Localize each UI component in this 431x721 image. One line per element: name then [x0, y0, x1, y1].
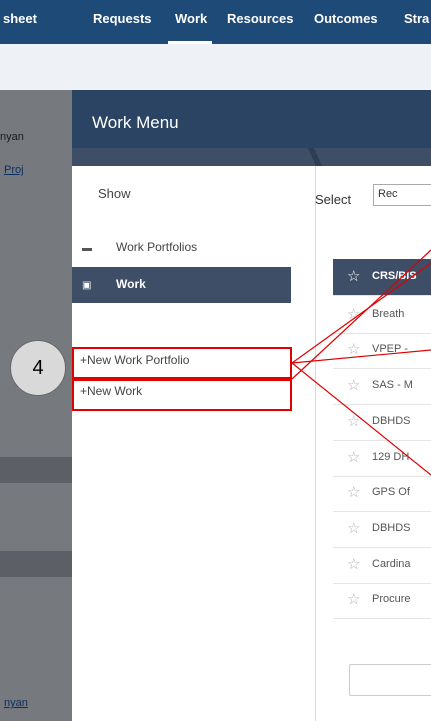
background-column — [0, 90, 72, 721]
list-item-label: DBHDS — [372, 415, 411, 427]
list-item[interactable]: ☆ Procure — [333, 582, 431, 619]
column-divider — [315, 166, 316, 721]
option-work-portfolios[interactable]: ▬ Work Portfolios — [72, 230, 291, 266]
nav-item-sheet[interactable]: sheet — [3, 11, 37, 26]
nav-item-resources[interactable]: Resources — [227, 11, 293, 26]
nav-item-outcomes[interactable]: Outcomes — [314, 11, 378, 26]
list-item-label: Breath — [372, 308, 405, 320]
list-item-label: Procure — [372, 593, 411, 605]
show-label: Show — [98, 186, 131, 201]
top-nav: sheet Requests Work Resources Outcomes S… — [0, 0, 431, 44]
highlight-new-work — [72, 379, 292, 411]
briefcase-icon: ▣ — [82, 280, 92, 291]
modal-body: Show ▬ Work Portfolios ▣ Work +New Work … — [72, 166, 431, 721]
list-item[interactable]: ☆ 129 DH — [333, 440, 431, 477]
background-link[interactable]: Proj — [4, 164, 24, 176]
nav-item-strategy[interactable]: Stra — [404, 11, 429, 26]
breadcrumb-separator — [307, 148, 323, 166]
list-item-label: DBHDS — [372, 522, 411, 534]
list-item[interactable]: ☆ VPEP - — [333, 332, 431, 369]
background-band — [0, 457, 72, 483]
modal-title: Work Menu — [92, 113, 179, 132]
list-item[interactable]: ☆ Breath — [333, 297, 431, 334]
list-item[interactable]: ☆ DBHDS — [333, 404, 431, 441]
list-item[interactable]: ☆ Cardina — [333, 547, 431, 584]
background-link[interactable]: nyan — [4, 697, 28, 709]
star-icon[interactable]: ☆ — [347, 519, 360, 537]
list-item[interactable]: ☆ SAS - M — [333, 368, 431, 405]
list-item-label: VPEP - — [372, 343, 408, 355]
load-more-button[interactable] — [349, 664, 431, 696]
star-icon[interactable]: ☆ — [347, 340, 360, 358]
list-item-label: CRS/BIS — [372, 270, 417, 282]
star-icon[interactable]: ☆ — [347, 590, 360, 608]
nav-item-requests[interactable]: Requests — [93, 11, 152, 26]
star-icon[interactable]: ☆ — [347, 448, 360, 466]
list-item-label: SAS - M — [372, 379, 413, 391]
list-item-label: 129 DH — [372, 451, 410, 463]
modal-breadcrumb-strip — [72, 148, 431, 166]
modal-header: Work Menu — [72, 90, 431, 148]
star-icon[interactable]: ☆ — [347, 305, 360, 323]
option-label: Work — [116, 277, 146, 291]
list-item[interactable]: ☆ CRS/BIS — [333, 259, 431, 296]
star-icon[interactable]: ☆ — [347, 555, 360, 573]
select-dropdown[interactable]: Rec — [373, 184, 431, 206]
background-band — [0, 551, 72, 577]
option-label: Work Portfolios — [116, 240, 198, 254]
star-icon[interactable]: ☆ — [347, 267, 360, 285]
list-item[interactable]: ☆ DBHDS — [333, 511, 431, 548]
nav-item-work[interactable]: Work — [175, 11, 207, 26]
select-label: Select — [315, 192, 352, 207]
option-work[interactable]: ▣ Work — [72, 267, 291, 303]
folder-icon: ▬ — [82, 243, 92, 254]
star-icon[interactable]: ☆ — [347, 376, 360, 394]
background-text: nyan — [0, 131, 24, 143]
star-icon[interactable]: ☆ — [347, 412, 360, 430]
highlight-new-work-portfolio — [72, 347, 292, 379]
star-icon[interactable]: ☆ — [347, 483, 360, 501]
list-item-label: GPS Of — [372, 486, 410, 498]
step-number-badge: 4 — [10, 340, 66, 396]
list-item-label: Cardina — [372, 558, 411, 570]
sub-toolbar — [0, 44, 431, 90]
list-item[interactable]: ☆ GPS Of — [333, 475, 431, 512]
